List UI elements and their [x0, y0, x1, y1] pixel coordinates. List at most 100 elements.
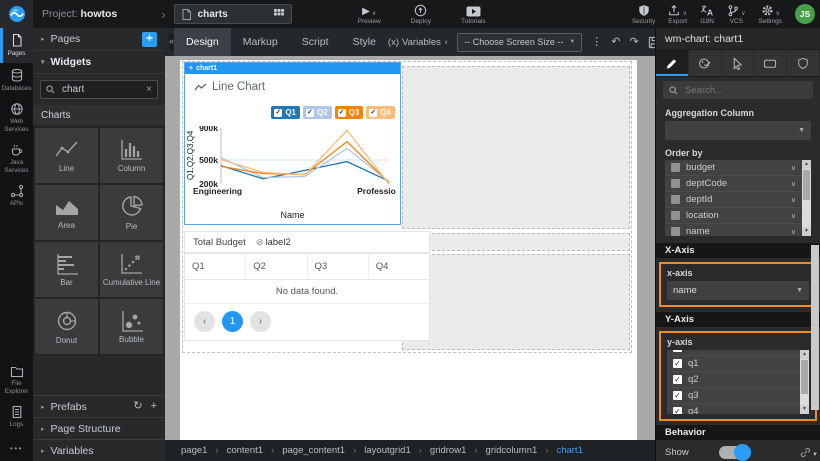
rail-item-apis[interactable]: APIs — [0, 179, 33, 213]
tutorials-button[interactable]: Tutorials — [461, 4, 486, 25]
widget-search-input[interactable] — [60, 83, 141, 96]
scroll-down-icon[interactable]: ▼ — [802, 227, 811, 236]
next-page-button[interactable]: › — [250, 311, 271, 332]
list-scrollbar[interactable]: ▲▼ — [802, 160, 811, 236]
widget-tile-bubble[interactable]: Bubble — [100, 299, 163, 354]
legend-chip-q1[interactable]: ✓Q1 — [271, 106, 300, 119]
chevron-down-icon[interactable]: ∨ — [791, 164, 796, 172]
widget-tile-donut[interactable]: Donut — [35, 299, 98, 354]
checkbox-checked[interactable]: ✓ — [673, 391, 682, 400]
wavemaker-logo[interactable] — [0, 0, 33, 28]
chevron-down-icon[interactable]: ∨ — [791, 180, 796, 188]
security-button[interactable]: Security — [632, 4, 655, 25]
legend-chip-q4[interactable]: ✓Q4 — [366, 106, 395, 119]
breadcrumb-item[interactable]: gridrow1 — [430, 445, 486, 456]
order-by-row[interactable]: location∨ — [665, 208, 802, 224]
widget-tile-area[interactable]: Area — [35, 185, 98, 240]
scroll-up-icon[interactable]: ▲ — [802, 160, 811, 169]
empty-grid-row[interactable] — [402, 233, 630, 251]
preview-button[interactable]: ▶∨ Preview — [358, 4, 381, 25]
screen-size-select[interactable]: -- Choose Screen Size --▼ — [457, 33, 582, 52]
empty-grid-cell[interactable] — [402, 66, 630, 229]
checkbox-checked[interactable]: ✓ — [673, 375, 682, 384]
breadcrumb-item-current[interactable]: chart1 — [556, 445, 582, 456]
column-header[interactable]: Q1 — [185, 254, 246, 279]
chart1-widget[interactable]: + chart1 Line Chart ✓Q1✓Q2✓Q3✓Q4 Q1,Q2,Q… — [184, 62, 401, 225]
widget-tile-bar[interactable]: Bar — [35, 242, 98, 297]
redo-icon[interactable]: ↷ — [630, 36, 639, 48]
property-search-input[interactable] — [683, 84, 807, 97]
widgets-accordion[interactable]: ▾ Widgets — [33, 51, 165, 74]
scroll-up-icon[interactable]: ▲ — [800, 350, 809, 359]
clear-search-icon[interactable]: × — [146, 85, 152, 95]
variables-accordion[interactable]: ▸ Variables — [33, 439, 165, 461]
tab-properties[interactable] — [656, 50, 689, 76]
add-prefab-icon[interactable]: + — [151, 401, 157, 412]
rail-item-file-explorer[interactable]: File Explorer — [0, 360, 33, 400]
x-axis-select[interactable]: name▼ — [667, 281, 809, 300]
order-by-row[interactable]: deptId∨ — [665, 192, 802, 208]
breadcrumb-item[interactable]: layoutgrid1 — [364, 445, 430, 456]
kebab-menu-icon[interactable]: ⋮ — [591, 36, 602, 48]
checkbox-unchecked[interactable] — [671, 227, 680, 236]
current-page-button[interactable]: 1 — [222, 311, 243, 332]
undo-icon[interactable]: ↶ — [611, 36, 620, 48]
tab-events[interactable] — [722, 50, 755, 76]
tab-devices[interactable] — [754, 50, 787, 76]
data-table[interactable]: Q1 Q2 Q3 Q4 No data found. ‹ 1 › — [184, 253, 430, 341]
widget-tile-column[interactable]: Column — [100, 128, 163, 183]
checkbox-unchecked[interactable] — [671, 211, 680, 220]
i18n-button[interactable]: A I18N — [700, 4, 714, 25]
bind-link-icon[interactable] — [800, 447, 811, 458]
prev-page-button[interactable]: ‹ — [194, 311, 215, 332]
tab-script[interactable]: Script — [290, 28, 341, 56]
breadcrumb-item[interactable]: gridcolumn1 — [486, 445, 557, 456]
vcs-button[interactable]: ∨ VCS — [727, 4, 745, 25]
tab-security[interactable] — [787, 50, 820, 76]
page-tab-charts[interactable]: charts — [174, 4, 292, 24]
chevron-down-icon[interactable]: ∨ — [791, 196, 796, 204]
aggregation-column-select[interactable]: ▼ — [665, 121, 811, 140]
deploy-button[interactable]: Deploy — [411, 4, 431, 25]
checkbox-unchecked[interactable] — [671, 179, 680, 188]
show-toggle[interactable] — [719, 446, 749, 459]
list-scrollbar[interactable]: ▲▼ — [800, 350, 809, 414]
add-page-button[interactable]: + — [142, 32, 157, 47]
y-axis-row[interactable]: ✓q1 — [667, 356, 800, 372]
pages-accordion[interactable]: ▸ Pages + — [33, 28, 165, 51]
settings-button[interactable]: ∨ Settings — [759, 4, 783, 25]
breadcrumb-item[interactable]: page_content1 — [282, 445, 364, 456]
widget-tile-pie[interactable]: Pie — [100, 185, 163, 240]
checkbox-unchecked[interactable] — [671, 195, 680, 204]
design-canvas[interactable]: + chart1 Line Chart ✓Q1✓Q2✓Q3✓Q4 Q1,Q2,Q… — [165, 56, 655, 440]
widget-selection-header[interactable]: + chart1 — [185, 63, 400, 74]
rail-item-pages[interactable]: Pages — [0, 28, 33, 63]
more-options-icon[interactable]: ••• — [0, 434, 33, 461]
column-header[interactable]: Q4 — [369, 254, 429, 279]
label2-widget[interactable]: ⊘label2 — [256, 237, 291, 248]
page-canvas[interactable]: + chart1 Line Chart ✓Q1✓Q2✓Q3✓Q4 Q1,Q2,Q… — [180, 60, 637, 440]
y-axis-row[interactable]: ✓q3 — [667, 388, 800, 404]
order-by-row[interactable]: deptCode∨ — [665, 176, 802, 192]
column-header[interactable]: Q3 — [308, 254, 369, 279]
order-by-row[interactable]: budget∨ — [665, 160, 802, 176]
rail-item-logs[interactable]: Logs — [0, 400, 33, 434]
prefabs-accordion[interactable]: ▸ Prefabs ↻+ — [33, 395, 165, 417]
rail-item-web-services[interactable]: Web Services — [0, 97, 33, 138]
checkbox-checked[interactable]: ✓ — [673, 359, 682, 368]
table-caption-row[interactable]: Total Budget ⊘label2 — [184, 231, 430, 253]
legend-chip-q2[interactable]: ✓Q2 — [303, 106, 332, 119]
scroll-down-icon[interactable]: ▼ — [800, 405, 809, 414]
checkbox-unchecked[interactable] — [671, 163, 680, 172]
column-header[interactable]: Q2 — [246, 254, 307, 279]
refresh-icon[interactable]: ↻ — [133, 401, 142, 412]
order-by-row[interactable]: name∨ — [665, 224, 802, 236]
breadcrumb-item[interactable]: page1 — [181, 445, 227, 456]
chevron-down-icon[interactable]: ∨ — [791, 228, 796, 236]
breadcrumb-item[interactable]: content1 — [227, 445, 283, 456]
rail-item-databases[interactable]: Databases — [0, 63, 33, 98]
empty-grid-cell[interactable] — [402, 254, 630, 350]
variables-button[interactable]: (x)Variables∨ — [388, 37, 448, 48]
y-axis-row[interactable]: ✓q2 — [667, 372, 800, 388]
rail-item-java-services[interactable]: Java Services — [0, 138, 33, 179]
